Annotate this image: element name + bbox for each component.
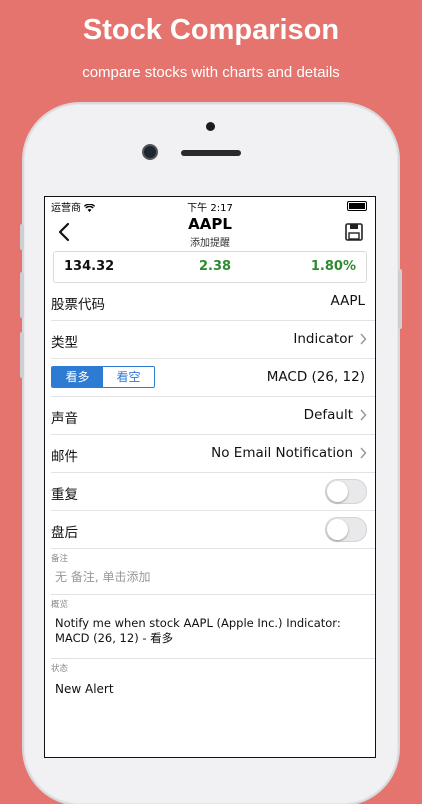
chevron-right-icon bbox=[360, 409, 367, 421]
volume-down-button bbox=[20, 332, 24, 378]
direction-row: 看多 看空 MACD (26, 12) bbox=[51, 359, 375, 397]
overview-caption: 概览 bbox=[51, 600, 69, 610]
email-value: No Email Notification bbox=[211, 445, 353, 461]
after-hours-label: 盘后 bbox=[51, 525, 78, 541]
status-time: 下午 2:17 bbox=[187, 203, 233, 214]
hero-title: Stock Comparison bbox=[82, 14, 340, 46]
repeat-toggle[interactable] bbox=[325, 479, 367, 504]
status-section: 状态 New Alert bbox=[51, 659, 375, 704]
status-text: New Alert bbox=[55, 682, 114, 696]
status-caption: 状态 bbox=[51, 664, 69, 674]
overview-section: 概览 Notify me when stock AAPL (Apple Inc.… bbox=[51, 595, 375, 659]
rear-sensor-dot bbox=[206, 122, 215, 131]
sound-label: 声音 bbox=[51, 411, 78, 427]
email-row[interactable]: 邮件 No Email Notification bbox=[51, 435, 375, 473]
battery-icon bbox=[347, 201, 367, 211]
symbol-value: AAPL bbox=[330, 293, 365, 309]
segment-bearish[interactable]: 看空 bbox=[103, 367, 154, 387]
type-value: Indicator bbox=[293, 331, 353, 347]
repeat-row: 重复 bbox=[51, 473, 375, 511]
quote-change: 2.38 bbox=[199, 259, 232, 274]
sound-value: Default bbox=[303, 407, 353, 423]
earpiece-speaker bbox=[181, 150, 241, 156]
note-section: 备注 无 备注, 单击添加 bbox=[51, 549, 375, 595]
email-label: 邮件 bbox=[51, 449, 78, 465]
save-icon[interactable] bbox=[345, 223, 363, 241]
quote-percent: 1.80% bbox=[310, 259, 356, 274]
repeat-label: 重复 bbox=[51, 487, 78, 503]
segment-bullish[interactable]: 看多 bbox=[52, 367, 103, 387]
front-camera-icon bbox=[144, 146, 156, 158]
type-label: 类型 bbox=[51, 335, 78, 351]
page-subtitle: 添加提醒 bbox=[190, 238, 230, 249]
note-field[interactable]: 无 备注, 单击添加 bbox=[51, 564, 375, 594]
chevron-right-icon bbox=[360, 447, 367, 459]
status-bar: 运营商 下午 2:17 bbox=[45, 197, 375, 214]
after-hours-toggle[interactable] bbox=[325, 517, 367, 542]
volume-up-button bbox=[20, 272, 24, 318]
navigation-bar: AAPL 添加提醒 bbox=[45, 213, 375, 251]
power-button bbox=[398, 269, 402, 329]
quote-price: 134.32 bbox=[64, 259, 115, 274]
indicator-value: MACD (26, 12) bbox=[266, 369, 365, 385]
after-hours-row: 盘后 bbox=[51, 511, 375, 549]
note-caption: 备注 bbox=[51, 554, 69, 564]
chevron-right-icon bbox=[360, 333, 367, 345]
symbol-label: 股票代码 bbox=[51, 297, 105, 313]
type-row[interactable]: 类型 Indicator bbox=[51, 321, 375, 359]
direction-segmented-control: 看多 看空 bbox=[51, 366, 155, 388]
phone-frame: 运营商 下午 2:17 AAPL 添加提醒 134.32 2.38 1.80% … bbox=[20, 104, 402, 804]
app-screen: 运营商 下午 2:17 AAPL 添加提醒 134.32 2.38 1.80% … bbox=[44, 196, 376, 758]
sound-row[interactable]: 声音 Default bbox=[51, 397, 375, 435]
symbol-row[interactable]: 股票代码 AAPL bbox=[51, 283, 375, 321]
mute-switch bbox=[20, 224, 24, 250]
page-title: AAPL bbox=[188, 215, 232, 233]
hero-subtitle: compare stocks with charts and details bbox=[82, 64, 340, 81]
quote-summary: 134.32 2.38 1.80% bbox=[53, 251, 367, 283]
overview-text: Notify me when stock AAPL (Apple Inc.) I… bbox=[55, 616, 341, 645]
